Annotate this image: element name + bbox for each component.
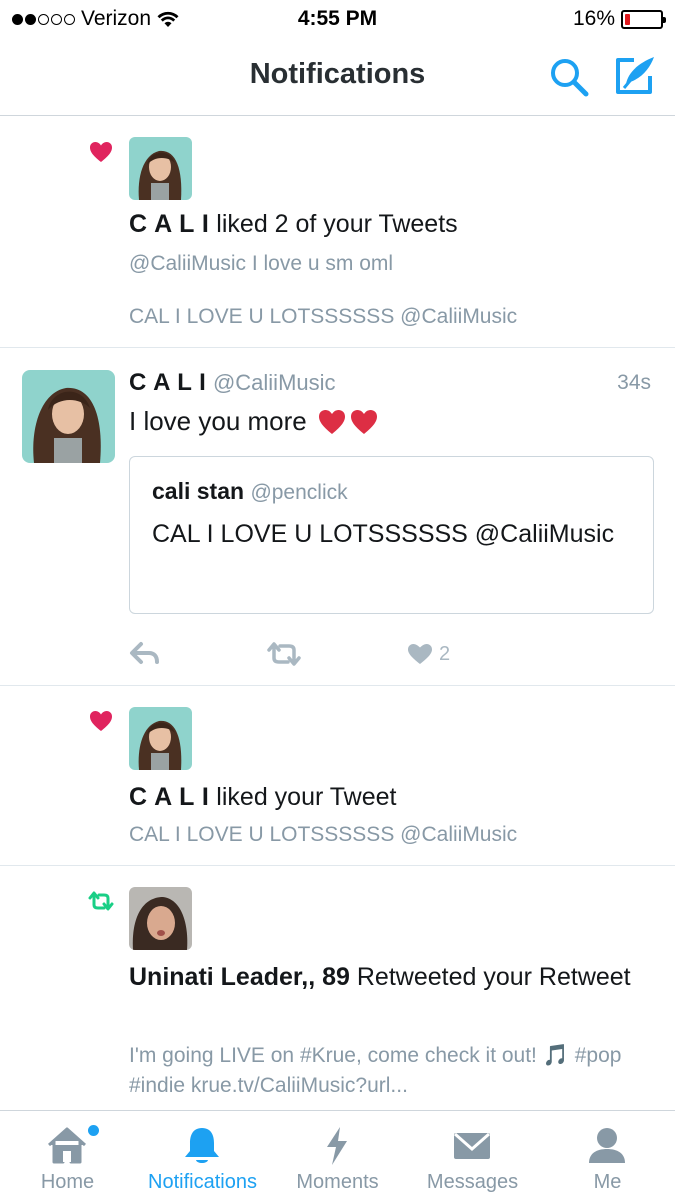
avatar[interactable] [129,887,192,950]
tab-bar: Home Notifications Moments Messages Me [0,1110,675,1200]
reply-icon [130,642,159,664]
actor-name[interactable]: C A L I [129,210,209,238]
actor-name[interactable]: C A L I [129,783,209,811]
tweet-preview: I'm going LIVE on #Krue, come check it o… [129,1044,622,1097]
like-button[interactable]: 2 [407,637,450,671]
tweet-text: I love you more [129,406,379,437]
avatar[interactable] [129,707,192,770]
quoted-author-name: cali stan [152,478,245,504]
actor-name[interactable]: Uninati Leader,, 89 [129,963,350,991]
status-bar: Verizon 4:55 PM 16% [0,0,675,38]
red-heart-emoji [317,408,379,436]
notification-item[interactable]: Uninati Leader,, 89 Retweeted your Retwe… [0,866,675,1110]
tweet-author-name[interactable]: C A L I [129,369,206,396]
heart-icon [90,142,112,162]
tab-notifications[interactable]: Notifications [135,1111,270,1200]
avatar[interactable] [129,137,192,200]
tweet-timestamp: 34s [617,371,651,394]
tweet-preview: CAL I LOVE U LOTSSSSSS @CaliiMusic [129,823,518,846]
bell-icon [185,1128,219,1163]
notification-text: Uninati Leader,, 89 Retweeted your Retwe… [129,960,649,995]
header: Notifications [0,38,675,116]
heart-icon [90,711,112,731]
tweet-author-handle[interactable]: @CaliiMusic [213,370,336,395]
search-icon[interactable] [548,56,590,98]
retweet-button[interactable] [266,637,302,671]
compose-tweet-icon[interactable] [612,54,658,98]
tweet-preview: @CaliiMusic I love u sm oml [129,252,394,275]
tweet-item[interactable]: C A L I @CaliiMusic 34s I love you more … [0,348,675,686]
person-icon [589,1128,625,1163]
tab-messages[interactable]: Messages [405,1111,540,1200]
notification-text: C A L I liked your Tweet [129,780,649,815]
notification-item[interactable]: C A L I liked your Tweet CAL I LOVE U LO… [0,686,675,866]
new-content-dot [88,1125,99,1136]
heart-icon [408,644,432,664]
lightning-icon [327,1127,347,1165]
quoted-tweet[interactable]: cali stan @penclick CAL I LOVE U LOTSSSS… [129,456,654,614]
notification-action: Retweeted your Retweet [349,963,631,991]
home-icon [48,1127,86,1164]
notification-item[interactable]: C A L I liked 2 of your Tweets @CaliiMus… [0,117,675,348]
avatar[interactable] [22,370,115,463]
quoted-author-handle: @penclick [250,481,348,504]
quoted-tweet-text: CAL I LOVE U LOTSSSSSS @CaliiMusic [152,520,615,548]
retweet-icon [88,891,114,911]
envelope-icon [454,1132,490,1159]
tab-home[interactable]: Home [0,1111,135,1200]
tab-me[interactable]: Me [540,1111,675,1200]
notification-text: C A L I liked 2 of your Tweets [129,207,649,242]
retweet-icon [267,642,301,666]
tab-moments[interactable]: Moments [270,1111,405,1200]
notification-action: liked 2 of your Tweets [209,210,458,238]
battery-level [625,13,631,25]
battery-icon [621,9,666,29]
notification-action: liked your Tweet [209,783,397,811]
reply-button[interactable] [129,637,161,671]
tweet-preview: CAL I LOVE U LOTSSSSSS @CaliiMusic [129,305,518,328]
like-count: 2 [439,642,451,665]
battery-percent: 16% [572,7,615,30]
tweet-actions: 2 [129,637,629,671]
